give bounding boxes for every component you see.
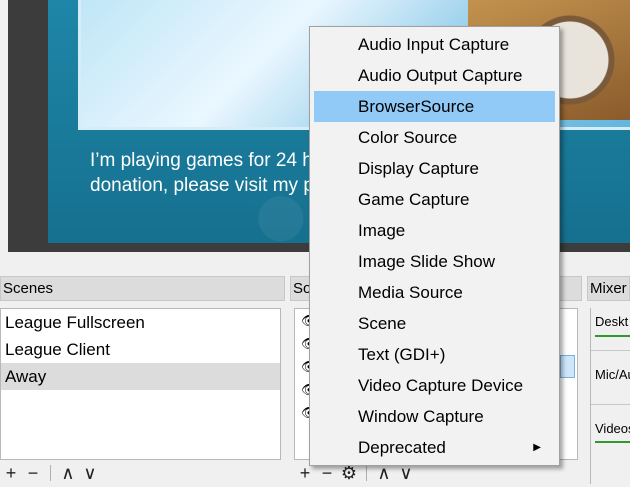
move-scene-up-button[interactable]: ∧: [57, 461, 79, 485]
add-scene-button[interactable]: +: [0, 461, 22, 485]
mixer-dock-title: Mixer: [587, 276, 630, 301]
mixer-panel: Deskt Mic/Au Videos: [590, 308, 630, 484]
menu-item-browser-source[interactable]: BrowserSource: [314, 91, 555, 122]
submenu-arrow-icon: ▶: [533, 442, 541, 453]
menu-item-audio-input-capture[interactable]: Audio Input Capture: [314, 29, 555, 60]
mixer-level-meter: [595, 335, 630, 337]
mixer-channel-videos: Videos: [595, 421, 630, 436]
menu-item-display-capture[interactable]: Display Capture: [314, 153, 555, 184]
mixer-divider: [591, 350, 630, 351]
menu-item-deprecated-label: Deprecated: [358, 438, 446, 457]
menu-item-game-capture[interactable]: Game Capture: [314, 184, 555, 215]
menu-item-video-capture-device[interactable]: Video Capture Device: [314, 370, 555, 401]
scene-item-league-client[interactable]: League Client: [1, 336, 280, 363]
menu-item-window-capture[interactable]: Window Capture: [314, 401, 555, 432]
scenes-toolbar: + − ∧ ∨: [0, 460, 281, 486]
toolbar-divider: [50, 465, 51, 481]
mixer-channel-desktop: Deskt: [595, 314, 629, 329]
menu-item-text-gdi[interactable]: Text (GDI+): [314, 339, 555, 370]
menu-item-scene[interactable]: Scene: [314, 308, 555, 339]
menu-item-color-source[interactable]: Color Source: [314, 122, 555, 153]
add-source-context-menu: Audio Input Capture Audio Output Capture…: [309, 26, 560, 466]
scene-item-away[interactable]: Away: [1, 363, 280, 390]
menu-item-deprecated[interactable]: Deprecated ▶: [314, 432, 555, 463]
menu-item-audio-output-capture[interactable]: Audio Output Capture: [314, 60, 555, 91]
menu-item-image[interactable]: Image: [314, 215, 555, 246]
source-selection-highlight: [560, 355, 575, 378]
menu-item-media-source[interactable]: Media Source: [314, 277, 555, 308]
remove-scene-button[interactable]: −: [22, 461, 44, 485]
toolbar-divider: [366, 465, 367, 481]
scenes-list[interactable]: League Fullscreen League Client Away: [0, 308, 281, 460]
move-scene-down-button[interactable]: ∨: [79, 461, 101, 485]
mixer-divider: [591, 404, 630, 405]
mixer-level-meter: [595, 441, 630, 443]
scene-item-league-fullscreen[interactable]: League Fullscreen: [1, 309, 280, 336]
mixer-channel-mic: Mic/Au: [595, 367, 630, 382]
scenes-dock-title: Scenes: [0, 276, 285, 301]
menu-item-image-slide-show[interactable]: Image Slide Show: [314, 246, 555, 277]
